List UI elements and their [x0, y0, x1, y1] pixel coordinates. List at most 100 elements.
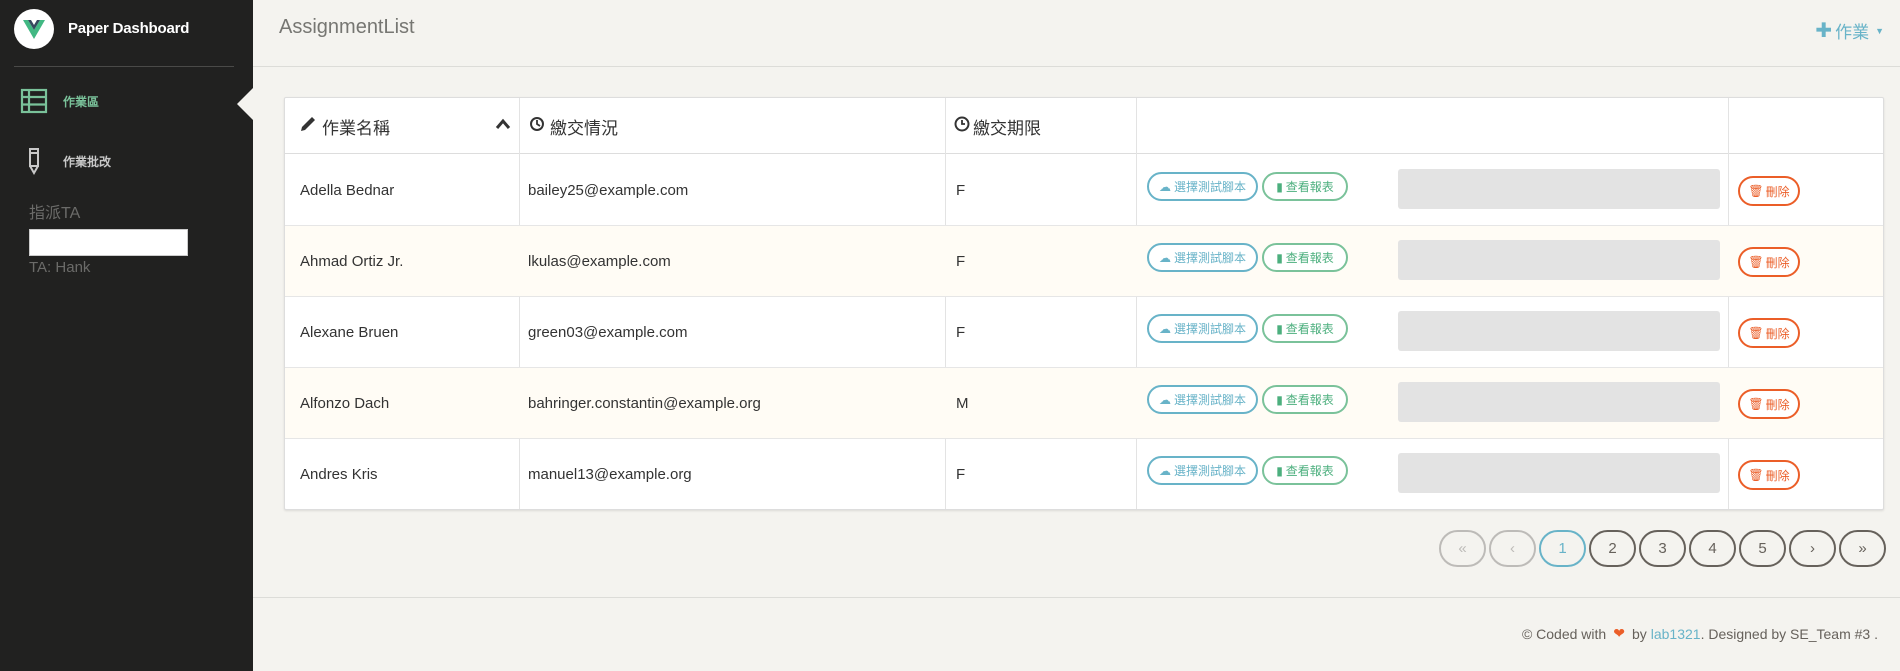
file-upload-box[interactable] [1398, 311, 1720, 351]
delete-label: 刪除 [1765, 255, 1790, 270]
cloud-upload-icon: ☁ [1158, 321, 1171, 336]
bar-chart-icon: ▮ [1276, 463, 1283, 478]
last-page-button[interactable]: » [1839, 530, 1886, 567]
trash-icon: 🗑 [1748, 255, 1764, 269]
delete-button[interactable]: 🗑 刪除 [1738, 389, 1800, 419]
view-report-label: 查看報表 [1285, 322, 1334, 336]
select-script-button[interactable]: ☁ 選擇測試腳本 [1147, 314, 1258, 343]
view-report-button[interactable]: ▮ 查看報表 [1262, 314, 1348, 343]
page-button-2[interactable]: 2 [1589, 530, 1636, 567]
delete-label: 刪除 [1765, 397, 1790, 412]
select-script-button[interactable]: ☁ 選擇測試腳本 [1147, 385, 1258, 414]
top-navbar: AssignmentList ✚ 作業 ▼ [253, 0, 1900, 67]
page-title: AssignmentList [279, 16, 415, 38]
page-button-4[interactable]: 4 [1689, 530, 1736, 567]
table-row: Adella Bednar bailey25@example.com F ☁ 選擇… [285, 155, 1883, 226]
page-button-3[interactable]: 3 [1639, 530, 1686, 567]
column-header-label: 作業名稱 [322, 118, 390, 138]
cloud-upload-icon: ☁ [1158, 392, 1171, 407]
submission-status: bahringer.constantin@example.org [528, 395, 761, 412]
current-ta-text: TA: Hank [29, 259, 91, 276]
file-upload-box[interactable] [1398, 240, 1720, 280]
view-report-label: 查看報表 [1285, 251, 1334, 265]
column-header-status[interactable]: 繳交情況 [519, 98, 945, 154]
select-script-button[interactable]: ☁ 選擇測試腳本 [1147, 172, 1258, 201]
select-script-label: 選擇測試腳本 [1173, 322, 1246, 336]
submission-status: lkulas@example.com [528, 253, 671, 270]
trash-icon: 🗑 [1748, 397, 1764, 411]
deadline: F [956, 324, 966, 341]
list-icon [20, 87, 48, 115]
delete-label: 刪除 [1765, 326, 1790, 341]
table-row: Andres Kris manuel13@example.org F ☁ 選擇測試… [285, 439, 1883, 510]
view-report-button[interactable]: ▮ 查看報表 [1262, 172, 1348, 201]
delete-label: 刪除 [1765, 468, 1790, 483]
delete-label: 刪除 [1765, 184, 1790, 199]
view-report-button[interactable]: ▮ 查看報表 [1262, 243, 1348, 272]
delete-button[interactable]: 🗑 刪除 [1738, 247, 1800, 277]
cloud-upload-icon: ☁ [1158, 250, 1171, 265]
column-header-name[interactable]: 作業名稱 [285, 98, 519, 154]
deadline: M [956, 395, 969, 412]
bar-chart-icon: ▮ [1276, 179, 1283, 194]
cloud-upload-icon: ☁ [1158, 463, 1171, 478]
select-script-label: 選擇測試腳本 [1173, 251, 1246, 265]
sidebar-item-label: 作業區 [63, 94, 100, 109]
select-script-button[interactable]: ☁ 選擇測試腳本 [1147, 243, 1258, 272]
assignment-name: Alexane Bruen [300, 324, 399, 341]
footer-by: by [1631, 625, 1647, 642]
view-report-label: 查看報表 [1285, 393, 1334, 407]
table-row: Ahmad Ortiz Jr. lkulas@example.com F ☁ 選擇… [285, 226, 1883, 297]
delete-button[interactable]: 🗑 刪除 [1738, 460, 1800, 490]
view-report-button[interactable]: ▮ 查看報表 [1262, 456, 1348, 485]
assignment-table: 作業名稱 繳交情況 繳交期限 Adella Bednar bailey25@ex… [284, 97, 1884, 510]
bar-chart-icon: ▮ [1276, 321, 1283, 336]
submission-status: green03@example.com [528, 324, 688, 341]
table-row: Alfonzo Dach bahringer.constantin@exampl… [285, 368, 1883, 439]
brand-name[interactable]: Paper Dashboard [68, 20, 189, 37]
active-arrow-indicator [237, 88, 253, 120]
select-script-label: 選擇測試腳本 [1173, 393, 1246, 407]
deadline: F [956, 466, 966, 483]
sidebar-divider [14, 66, 234, 67]
file-upload-box[interactable] [1398, 169, 1720, 209]
page-button-1[interactable]: 1 [1539, 530, 1586, 567]
trash-icon: 🗑 [1748, 468, 1764, 482]
sidebar-item-assignments[interactable]: 作業區 [0, 81, 253, 121]
sort-ascending-icon[interactable] [495, 115, 511, 135]
file-upload-box[interactable] [1398, 382, 1720, 422]
vue-logo-icon[interactable] [14, 9, 54, 49]
table-header: 作業名稱 繳交情況 繳交期限 [285, 98, 1883, 154]
history-icon [529, 116, 545, 137]
cloud-upload-icon: ☁ [1158, 179, 1171, 194]
prev-page-button[interactable]: ‹ [1489, 530, 1536, 567]
view-report-button[interactable]: ▮ 查看報表 [1262, 385, 1348, 414]
select-script-button[interactable]: ☁ 選擇測試腳本 [1147, 456, 1258, 485]
column-header-label: 繳交期限 [973, 118, 1041, 138]
footer-suffix: . Designed by SE_Team #3 . [1700, 625, 1878, 642]
pen-icon [20, 147, 48, 176]
pagination: « ‹ 1 2 3 4 5 › » [1439, 530, 1888, 567]
trash-icon: 🗑 [1748, 326, 1764, 340]
delete-button[interactable]: 🗑 刪除 [1738, 176, 1800, 206]
column-header-deadline[interactable]: 繳交期限 [945, 98, 1135, 154]
assignment-name: Adella Bednar [300, 182, 395, 199]
add-assignment-dropdown[interactable]: ✚ 作業 ▼ [1815, 18, 1884, 43]
submission-status: manuel13@example.org [528, 466, 692, 483]
sidebar-item-grading[interactable]: 作業批改 [0, 141, 253, 181]
assignment-name: Ahmad Ortiz Jr. [300, 253, 404, 270]
clock-icon [954, 116, 970, 137]
bar-chart-icon: ▮ [1276, 250, 1283, 265]
deadline: F [956, 182, 966, 199]
page-button-5[interactable]: 5 [1739, 530, 1786, 567]
caret-down-icon: ▼ [1875, 25, 1884, 36]
assign-ta-input[interactable] [29, 229, 188, 256]
pencil-icon [299, 115, 317, 138]
bar-chart-icon: ▮ [1276, 392, 1283, 407]
file-upload-box[interactable] [1398, 453, 1720, 493]
author-link[interactable]: lab1321 [1651, 626, 1701, 642]
assign-ta-label: 指派TA [29, 205, 81, 222]
next-page-button[interactable]: › [1789, 530, 1836, 567]
delete-button[interactable]: 🗑 刪除 [1738, 318, 1800, 348]
first-page-button[interactable]: « [1439, 530, 1486, 567]
